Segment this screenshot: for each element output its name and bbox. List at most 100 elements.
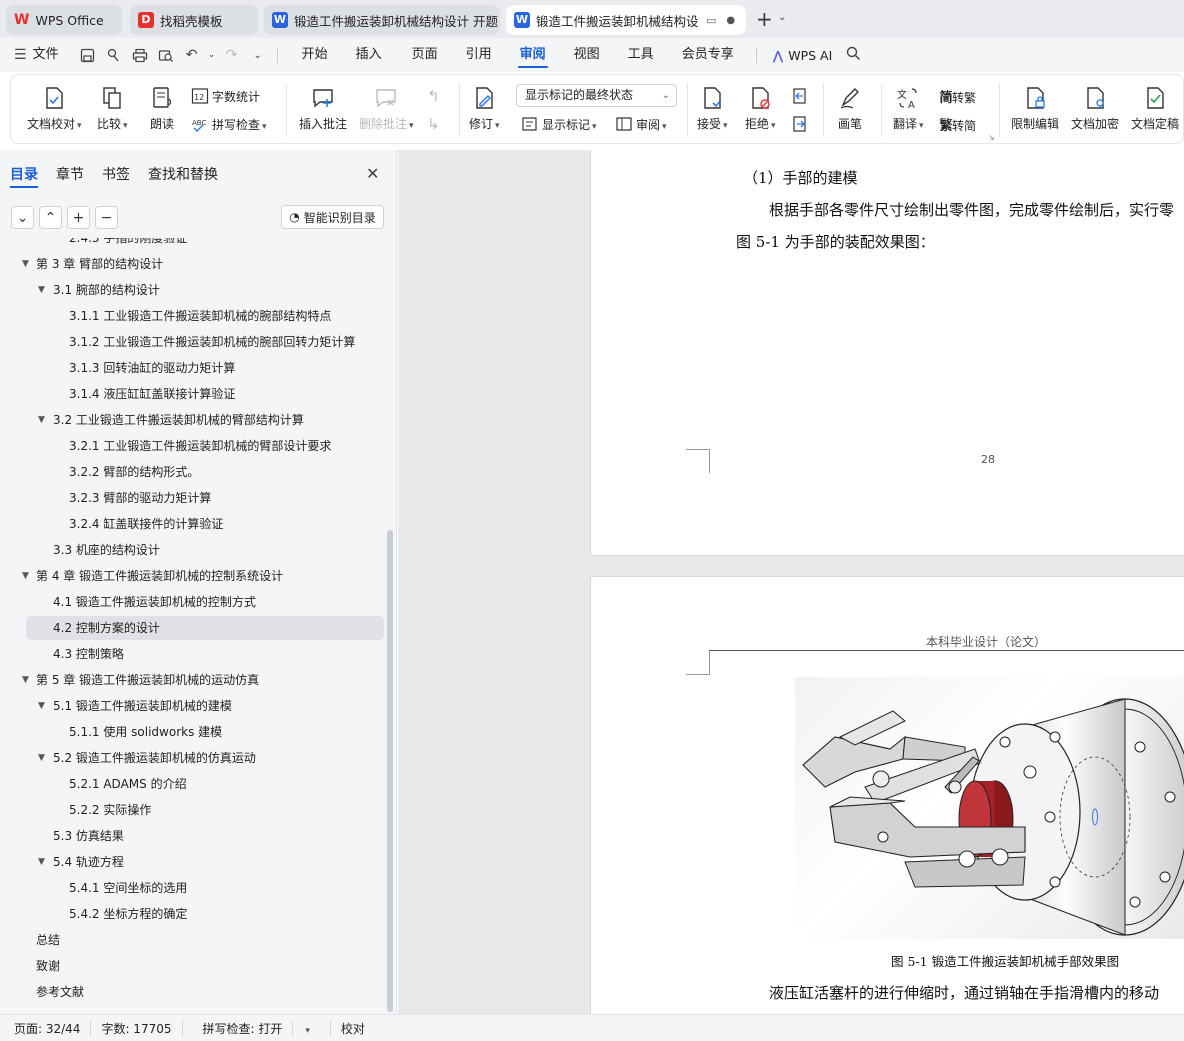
save-icon[interactable]	[77, 44, 99, 66]
toc-item[interactable]: ▼ 第 3 章 臂部的结构设计	[0, 252, 386, 276]
document-page[interactable]: （1）手部的建模 根据手部各零件尺寸绘制出零件图，完成零件绘制后，实行零 图 5…	[590, 150, 1184, 556]
translate-button[interactable]: 文A 翻译 ▾	[893, 85, 924, 132]
toc-item[interactable]: ▼ 第 4 章 锻造工件搬运装卸机械的控制系统设计	[0, 564, 386, 588]
menu-home[interactable]: 开始	[290, 38, 340, 72]
toc-item[interactable]: 3.2.2 臂部的结构形式。	[0, 460, 386, 484]
simplified-to-traditional-button[interactable]: 简 简转繁	[939, 87, 976, 107]
toc-item[interactable]: 3.1.3 回转油缸的驱动力矩计算	[0, 356, 386, 380]
expand-triangle-icon[interactable]: ▼	[38, 746, 50, 770]
dialog-launcher-icon[interactable]: ↘	[988, 133, 995, 142]
unsaved-dot-icon[interactable]: ●	[726, 15, 735, 26]
menu-tools[interactable]: 工具	[614, 38, 668, 72]
menu-review[interactable]: 审阅	[506, 38, 560, 72]
tab-document-proposal[interactable]: W 锻造工件搬运装卸机械结构设计 开题	[264, 5, 500, 35]
toc-item[interactable]: 4.1 锻造工件搬运装卸机械的控制方式	[0, 590, 386, 614]
print-preview-icon[interactable]	[155, 44, 177, 66]
menu-membership[interactable]: 会员专享	[668, 38, 748, 72]
print-icon[interactable]	[129, 44, 151, 66]
show-markup-button[interactable]: 显示标记 ▾	[521, 115, 597, 133]
spell-check-button[interactable]: ABC 拼写检查 ▾	[191, 115, 267, 133]
more-quick-access-icon[interactable]: ⌄	[247, 44, 269, 66]
expand-triangle-icon[interactable]: ▼	[22, 564, 34, 588]
toc-item[interactable]: 2.4.3 手指的刚度验证	[0, 238, 386, 250]
next-change-icon[interactable]	[791, 115, 809, 136]
toc-item[interactable]: ▼ 3.1 腕部的结构设计	[0, 278, 386, 302]
tab-sections[interactable]: 章节	[56, 164, 84, 184]
finalize-button[interactable]: 文档定稿	[1131, 85, 1179, 132]
search-icon[interactable]	[840, 46, 867, 64]
toc-item[interactable]: 4.3 控制策略	[0, 642, 386, 666]
insert-comment-button[interactable]: 插入批注	[299, 85, 347, 132]
revise-button[interactable]: 修订 ▾	[469, 85, 500, 132]
toc-item[interactable]: 5.4.1 空间坐标的选用	[0, 876, 386, 900]
encrypt-button[interactable]: 文档加密	[1071, 85, 1119, 132]
toc-item[interactable]: 3.1.2 工业锻造工件搬运装卸机械的腕部回转力矩计算	[0, 330, 386, 354]
restrict-edit-button[interactable]: 限制编辑	[1011, 85, 1059, 132]
add-level-icon[interactable]: +	[67, 206, 90, 229]
toc-item[interactable]: 5.1.1 使用 solidworks 建模	[0, 720, 386, 744]
toc-item[interactable]: ▼ 3.2 工业锻造工件搬运装卸机械的臂部结构计算	[0, 408, 386, 432]
toc-item[interactable]: 5.2.2 实际操作	[0, 798, 386, 822]
previous-change-icon[interactable]	[791, 87, 809, 108]
tab-docer-templates[interactable]: D 找稻壳模板	[130, 5, 258, 35]
tab-bookmarks[interactable]: 书签	[102, 164, 130, 184]
toc-item[interactable]: ▼ 第 5 章 锻造工件搬运装卸机械的运动仿真	[0, 668, 386, 692]
toc-item[interactable]: 5.4.2 坐标方程的确定	[0, 902, 386, 926]
toc-item[interactable]: 参考文献	[0, 980, 386, 1004]
expand-triangle-icon[interactable]: ▼	[38, 694, 50, 718]
toc-item[interactable]: 4.2 控制方案的设计	[26, 616, 384, 640]
remove-level-icon[interactable]: −	[95, 206, 118, 229]
doc-check-button[interactable]: 文档校对 ▾	[27, 85, 82, 132]
menu-references[interactable]: 引用	[452, 38, 506, 72]
collapse-icon[interactable]: ⌄	[11, 206, 34, 229]
compare-button[interactable]: 比较 ▾	[97, 85, 128, 132]
undo-dropdown-icon[interactable]: ⌄	[207, 44, 217, 66]
toc-item[interactable]: 3.3 机座的结构设计	[0, 538, 386, 562]
menu-page[interactable]: 页面	[398, 38, 452, 72]
tab-wps-office[interactable]: W WPS Office	[6, 5, 122, 35]
expand-triangle-icon[interactable]: ▼	[38, 278, 50, 302]
menu-view[interactable]: 视图	[560, 38, 614, 72]
smart-toc-button[interactable]: ◔ 智能识别目录	[281, 205, 384, 229]
word-count-indicator[interactable]: 字数: 17705	[91, 1019, 183, 1037]
accept-button[interactable]: 接受 ▾	[697, 85, 728, 132]
tab-list-chevron-icon[interactable]: ⌄	[778, 12, 786, 23]
tab-find-replace[interactable]: 查找和替换	[148, 164, 218, 184]
toc-scrollbar[interactable]	[387, 530, 393, 1012]
toc-item[interactable]: 3.2.3 臂部的驱动力矩计算	[0, 486, 386, 510]
traditional-to-simplified-button[interactable]: 繁 繁转简	[939, 115, 976, 135]
file-menu[interactable]: 文件	[27, 38, 71, 72]
toc-item[interactable]: ▼ 5.4 轨迹方程	[0, 850, 386, 874]
reject-button[interactable]: 拒绝 ▾	[745, 85, 776, 132]
expand-triangle-icon[interactable]: ▼	[22, 252, 34, 276]
previous-comment-icon[interactable]: ↰	[427, 87, 440, 105]
expand-triangle-icon[interactable]: ▼	[38, 850, 50, 874]
undo-icon[interactable]: ↶	[181, 44, 203, 66]
review-pane-button[interactable]: 审阅 ▾	[615, 115, 667, 133]
next-comment-icon[interactable]: ↳	[427, 115, 440, 133]
read-aloud-button[interactable]: 朗读	[149, 85, 175, 132]
new-tab-button[interactable]: +	[756, 9, 773, 29]
toc-item[interactable]: ▼ 5.1 锻造工件搬运装卸机械的建模	[0, 694, 386, 718]
page-indicator[interactable]: 页面: 32/44	[0, 1019, 92, 1037]
hamburger-menu-icon[interactable]: ☰	[14, 47, 27, 63]
redo-icon[interactable]: ↷	[221, 44, 243, 66]
menu-insert[interactable]: 插入	[340, 38, 398, 72]
toc-item[interactable]: 3.1.1 工业锻造工件搬运装卸机械的腕部结构特点	[0, 304, 386, 328]
pen-button[interactable]: 画笔	[837, 85, 863, 132]
toc-item[interactable]: 3.2.1 工业锻造工件搬运装卸机械的臂部设计要求	[0, 434, 386, 458]
format-painter-icon[interactable]	[103, 44, 125, 66]
toc-item[interactable]: ▼ 5.2 锻造工件搬运装卸机械的仿真运动	[0, 746, 386, 770]
word-count-button[interactable]: 12 字数统计	[191, 87, 260, 105]
figure-image-gripper[interactable]	[795, 677, 1184, 939]
toc-item[interactable]: 总结	[0, 928, 386, 952]
expand-triangle-icon[interactable]: ▼	[38, 408, 50, 432]
markup-state-select[interactable]: 显示标记的最终状态 ⌄	[516, 84, 677, 107]
tab-document-active[interactable]: W 锻造工件搬运装卸机械结构设 ▭ ●	[506, 5, 746, 35]
expand-icon[interactable]: ⌃	[39, 206, 62, 229]
tab-toc[interactable]: 目录	[10, 164, 38, 184]
document-page[interactable]: 本科毕业设计（论文） 图 5-1 锻造工件搬运装卸机械手部效果图 液压缸活塞杆的…	[590, 576, 1184, 1014]
expand-triangle-icon[interactable]: ▼	[22, 668, 34, 692]
delete-comment-button[interactable]: 删除批注 ▾	[359, 85, 414, 132]
toc-item[interactable]: 3.2.4 缸盖联接件的计算验证	[0, 512, 386, 536]
